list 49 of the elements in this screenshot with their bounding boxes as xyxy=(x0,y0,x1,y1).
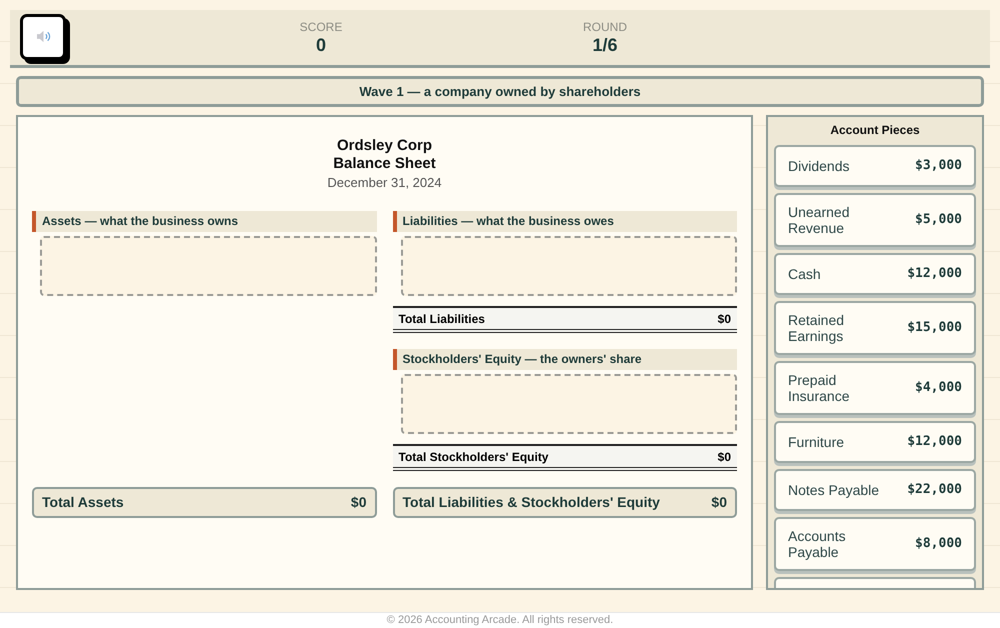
card-label: Unearned Revenue xyxy=(788,204,850,236)
drop-zone[interactable] xyxy=(400,236,737,296)
card-label: Accounts Payable xyxy=(788,528,847,560)
grand-total-value: $0 xyxy=(350,493,366,512)
card-label: Notes Payable xyxy=(788,482,880,498)
section-heading: Stockholders' Equity — the owners' share xyxy=(392,349,737,370)
stat-value: 1/6 xyxy=(592,34,618,56)
total-label: Total Stockholders' Equity xyxy=(398,448,548,466)
account-card[interactable]: Retained Earnings $15,000 xyxy=(774,301,976,355)
panel-title: Account Pieces xyxy=(829,122,921,138)
grand-total-label: Total Liabilities & Stockholders' Equity xyxy=(402,493,660,512)
account-card[interactable]: Notes Payable $22,000 xyxy=(774,469,976,511)
sheet-title: Balance Sheet xyxy=(332,155,437,173)
card-amount: $5,000 xyxy=(915,211,962,230)
card-label: Cash xyxy=(788,266,821,282)
card-label: Prepaid Insurance xyxy=(788,372,850,404)
account-card[interactable]: Prepaid Insurance $4,000 xyxy=(774,361,976,415)
card-amount: $12,000 xyxy=(907,433,962,452)
drop-zone[interactable] xyxy=(400,374,737,434)
speaker-icon xyxy=(36,30,50,43)
section-heading: Assets — what the business owns xyxy=(32,211,376,232)
card-amount: $12,000 xyxy=(907,265,962,284)
account-card[interactable]: Cash $12,000 xyxy=(774,253,976,295)
drop-zone[interactable] xyxy=(40,236,376,296)
total-value: $0 xyxy=(718,310,731,328)
copyright-text: © 2026 Accounting Arcade. All rights reserved. xyxy=(386,613,614,628)
stat-value: 0 xyxy=(316,34,326,56)
card-amount: $22,000 xyxy=(907,481,962,500)
account-card[interactable]: Furniture $12,000 xyxy=(774,421,976,463)
grand-total-label: Total Assets xyxy=(42,493,124,512)
section-heading: Liabilities — what the business owes xyxy=(392,211,737,232)
account-card[interactable]: Unearned Revenue $5,000 xyxy=(774,193,976,247)
total-label: Total Liabilities xyxy=(398,310,485,328)
card-amount: $4,000 xyxy=(915,379,962,398)
card-amount: $15,000 xyxy=(907,319,962,338)
grand-total-value: $0 xyxy=(711,493,727,512)
stat-label: ROUND xyxy=(583,20,627,34)
company-name: Ordsley Corp xyxy=(336,137,434,155)
card-label: Furniture xyxy=(788,434,844,450)
sheet-date: December 31, 2024 xyxy=(326,174,443,192)
account-card[interactable]: Accounts Payable $8,000 xyxy=(774,517,976,571)
stat-label: SCORE xyxy=(300,20,342,34)
card-amount: $3,000 xyxy=(915,157,962,176)
card-label: Retained Earnings xyxy=(788,312,846,344)
total-value: $0 xyxy=(718,448,731,466)
account-card[interactable]: Dividends $3,000 xyxy=(774,145,976,187)
card-amount: $8,000 xyxy=(915,535,962,554)
card-label: Dividends xyxy=(788,158,850,174)
wave-banner: Wave 1 — a company owned by shareholders xyxy=(16,76,984,107)
